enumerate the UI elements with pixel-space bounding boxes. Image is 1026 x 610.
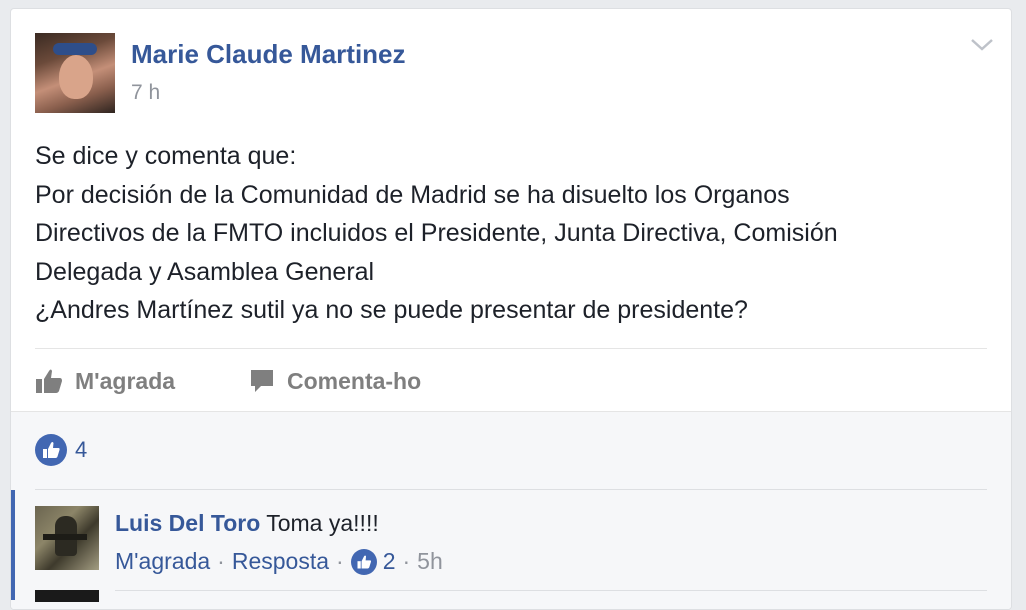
post-text-line: Por decisión de la Comunidad de Madrid s… [35, 180, 790, 209]
feedback-section: 4 Luis Del Toro Toma ya!!!! M'agrada · R… [11, 411, 1011, 609]
comment-bubble-icon [251, 370, 273, 392]
author-name[interactable]: Marie Claude Martinez [131, 39, 406, 70]
avatar-face [59, 55, 93, 99]
like-button[interactable]: M'agrada [35, 365, 175, 397]
meta-separator: · [336, 548, 344, 574]
post-card: Marie Claude Martinez 7 h Se dice y come… [10, 8, 1012, 610]
comment-meta: M'agrada · Resposta · 2 · 5h [115, 548, 443, 575]
comment-reply-link[interactable]: Resposta [232, 548, 329, 575]
reactions-summary[interactable]: 4 [35, 434, 87, 466]
like-badge-icon [350, 548, 377, 575]
post-text-line: Se dice y comenta que: [35, 142, 297, 170]
post-text: Se dice y comenta que: Por decisión de l… [35, 137, 995, 330]
post-text-line: Directivos de la FMTO incluidos el Presi… [35, 219, 838, 247]
meta-separator: · [217, 548, 225, 574]
post-timestamp[interactable]: 7 h [131, 81, 160, 105]
like-button-label: M'agrada [75, 367, 176, 394]
thumbs-up-icon [36, 369, 62, 393]
post-text-line: Delegada y Asamblea General [35, 257, 375, 286]
post-header: Marie Claude Martinez 7 h [35, 33, 995, 113]
comment-highlight-bar [11, 490, 15, 600]
comment-like-count[interactable]: 2 [383, 548, 396, 575]
comment-divider [115, 590, 987, 591]
avatar-detail [43, 534, 87, 540]
avatar-headband [53, 43, 97, 55]
comment-timestamp[interactable]: 5h [417, 548, 443, 575]
commenter-name[interactable]: Luis Del Toro [115, 510, 260, 536]
post-actions: M'agrada Comenta-ho [35, 359, 987, 403]
comment-text: Toma ya!!!! [266, 510, 379, 536]
like-badge-icon [35, 434, 67, 466]
comment-button[interactable]: Comenta-ho [249, 365, 421, 397]
author-avatar[interactable] [35, 33, 115, 113]
comment-body: Luis Del Toro Toma ya!!!! [115, 510, 379, 537]
reaction-count[interactable]: 4 [75, 437, 87, 463]
next-commenter-avatar[interactable] [35, 590, 99, 602]
actions-divider [35, 348, 987, 349]
post-text-line: ¿Andres Martínez sutil ya no se puede pr… [35, 296, 748, 324]
commenter-avatar[interactable] [35, 506, 99, 570]
meta-separator: · [402, 548, 411, 574]
comment-button-label: Comenta-ho [287, 367, 422, 394]
chevron-down-icon[interactable] [969, 35, 995, 55]
comment-item: Luis Del Toro Toma ya!!!! M'agrada · Res… [11, 490, 1011, 600]
comment-like-link[interactable]: M'agrada [115, 548, 210, 575]
